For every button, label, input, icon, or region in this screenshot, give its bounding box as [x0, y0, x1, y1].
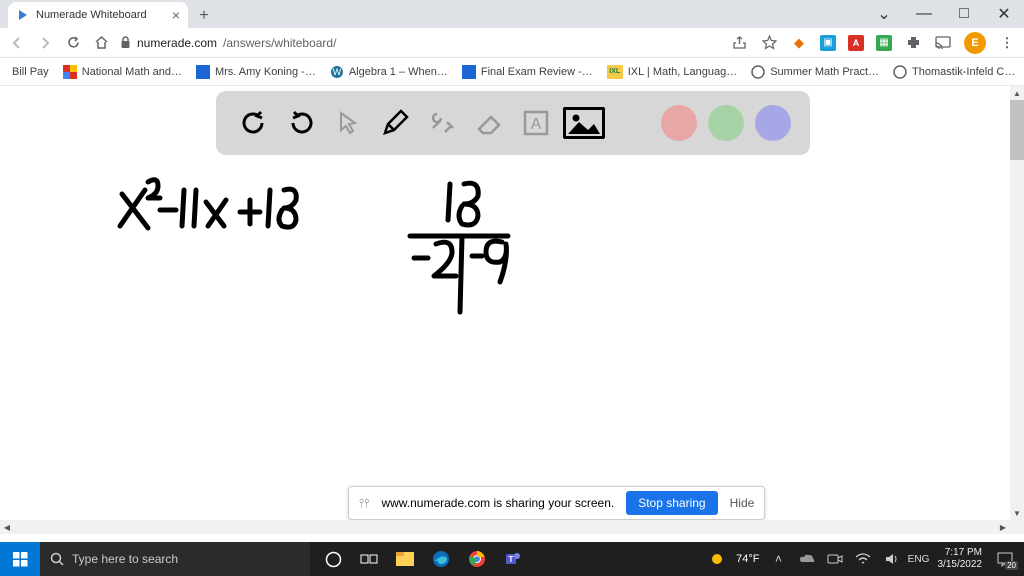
url-path: /answers/whiteboard/: [223, 36, 336, 50]
ext-icon-4[interactable]: ▦: [876, 35, 892, 51]
teams-icon[interactable]: T: [496, 542, 530, 576]
bookmark-summer-math[interactable]: Summer Math Pract…: [751, 65, 879, 79]
extensions-icon[interactable]: [904, 34, 922, 52]
notification-count: 20: [1005, 561, 1018, 570]
page-content: ▲ ▼ A: [0, 86, 1024, 534]
handwriting-canvas[interactable]: [0, 86, 1010, 526]
star-icon[interactable]: [760, 34, 778, 52]
address-bar: numerade.com/answers/whiteboard/ ◆ ▣ A ▦…: [0, 28, 1024, 58]
bookmark-icon: [751, 65, 765, 79]
menu-icon[interactable]: ⋮: [998, 34, 1016, 52]
clock[interactable]: 7:17 PM 3/15/2022: [938, 547, 983, 571]
bookmark-icon: IXL: [607, 65, 623, 79]
cast-icon[interactable]: [934, 34, 952, 52]
forward-button[interactable]: [36, 34, 54, 52]
system-tray: 74°F ˄ ENG 7:17 PM 3/15/2022 20: [708, 546, 1024, 572]
lock-icon: [120, 36, 131, 49]
bookmark-icon: [462, 65, 476, 79]
bookmark-icon: [63, 65, 77, 79]
url-field[interactable]: numerade.com/answers/whiteboard/: [120, 36, 720, 50]
share-drag-icon[interactable]: ⫯⫯: [359, 496, 369, 511]
scroll-right-button[interactable]: ▶: [996, 520, 1010, 534]
home-button[interactable]: [92, 34, 110, 52]
onedrive-icon[interactable]: [798, 550, 816, 568]
profile-avatar[interactable]: E: [964, 32, 986, 54]
stop-sharing-button[interactable]: Stop sharing: [626, 491, 717, 515]
hide-share-button[interactable]: Hide: [730, 496, 755, 510]
meet-now-icon[interactable]: [826, 550, 844, 568]
new-tab-button[interactable]: +: [192, 4, 216, 28]
url-domain: numerade.com: [137, 36, 217, 50]
wifi-icon[interactable]: [854, 550, 872, 568]
svg-text:W: W: [333, 67, 342, 77]
tab-title: Numerade Whiteboard: [36, 9, 147, 21]
taskbar-search[interactable]: Type here to search: [40, 542, 310, 576]
clock-date: 3/15/2022: [938, 559, 983, 571]
share-icon[interactable]: [730, 34, 748, 52]
maximize-button[interactable]: □: [944, 0, 984, 28]
bookmark-thomastik[interactable]: Thomastik-Infeld C…: [893, 65, 1015, 79]
explorer-icon[interactable]: [388, 542, 422, 576]
start-button[interactable]: [0, 542, 40, 576]
windows-taskbar: Type here to search T 74°F ˄ ENG 7:17 PM…: [0, 542, 1024, 576]
horizontal-scrollbar[interactable]: ◀ ▶: [0, 520, 1010, 534]
reload-button[interactable]: [64, 34, 82, 52]
weather-temp[interactable]: 74°F: [736, 553, 759, 565]
bookmark-icon: [196, 65, 210, 79]
minimize-button[interactable]: —: [904, 0, 944, 28]
tab-close-icon[interactable]: ×: [172, 7, 180, 23]
edge-icon[interactable]: [424, 542, 458, 576]
bookmark-algebra[interactable]: WAlgebra 1 – When…: [330, 65, 448, 79]
share-text: www.numerade.com is sharing your screen.: [381, 496, 614, 510]
task-view-icon[interactable]: [352, 542, 386, 576]
bookmark-final-exam[interactable]: Final Exam Review -…: [462, 65, 593, 79]
screen-share-bar: ⫯⫯ www.numerade.com is sharing your scre…: [348, 486, 765, 520]
notifications-button[interactable]: 20: [992, 546, 1018, 572]
cortana-icon[interactable]: [316, 542, 350, 576]
tab-favicon: [16, 8, 30, 22]
bookmark-koning[interactable]: Mrs. Amy Koning -…: [196, 65, 316, 79]
language-icon[interactable]: ENG: [910, 550, 928, 568]
window-titlebar: Numerade Whiteboard × + ⌄ — □ ✕: [0, 0, 1024, 28]
bookmark-bill-pay[interactable]: Bill Pay: [12, 66, 49, 78]
ext-icon-3[interactable]: A: [848, 35, 864, 51]
search-placeholder: Type here to search: [72, 552, 178, 566]
bookmarks-bar: Bill Pay National Math and… Mrs. Amy Kon…: [0, 58, 1024, 86]
browser-tab[interactable]: Numerade Whiteboard ×: [8, 2, 188, 28]
back-button[interactable]: [8, 34, 26, 52]
close-window-button[interactable]: ✕: [984, 0, 1024, 28]
scroll-up-button[interactable]: ▲: [1010, 86, 1024, 100]
chevron-down-icon[interactable]: ⌄: [864, 0, 904, 28]
bookmark-ixl[interactable]: IXLIXL | Math, Languag…: [607, 65, 737, 79]
weather-icon[interactable]: [708, 550, 726, 568]
bookmark-icon: W: [330, 65, 344, 79]
scroll-down-button[interactable]: ▼: [1010, 506, 1024, 520]
clock-time: 7:17 PM: [938, 547, 983, 559]
scroll-left-button[interactable]: ◀: [0, 520, 14, 534]
taskbar-apps: T: [316, 542, 530, 576]
scrollbar-thumb[interactable]: [1010, 100, 1024, 160]
ext-icon-1[interactable]: ◆: [790, 34, 808, 52]
volume-icon[interactable]: [882, 550, 900, 568]
ext-icon-2[interactable]: ▣: [820, 35, 836, 51]
tray-chevron-icon[interactable]: ˄: [770, 550, 788, 568]
svg-text:T: T: [509, 555, 514, 564]
bookmark-national-math[interactable]: National Math and…: [63, 65, 182, 79]
chrome-icon[interactable]: [460, 542, 494, 576]
search-icon: [50, 552, 64, 566]
bookmark-icon: [893, 65, 907, 79]
